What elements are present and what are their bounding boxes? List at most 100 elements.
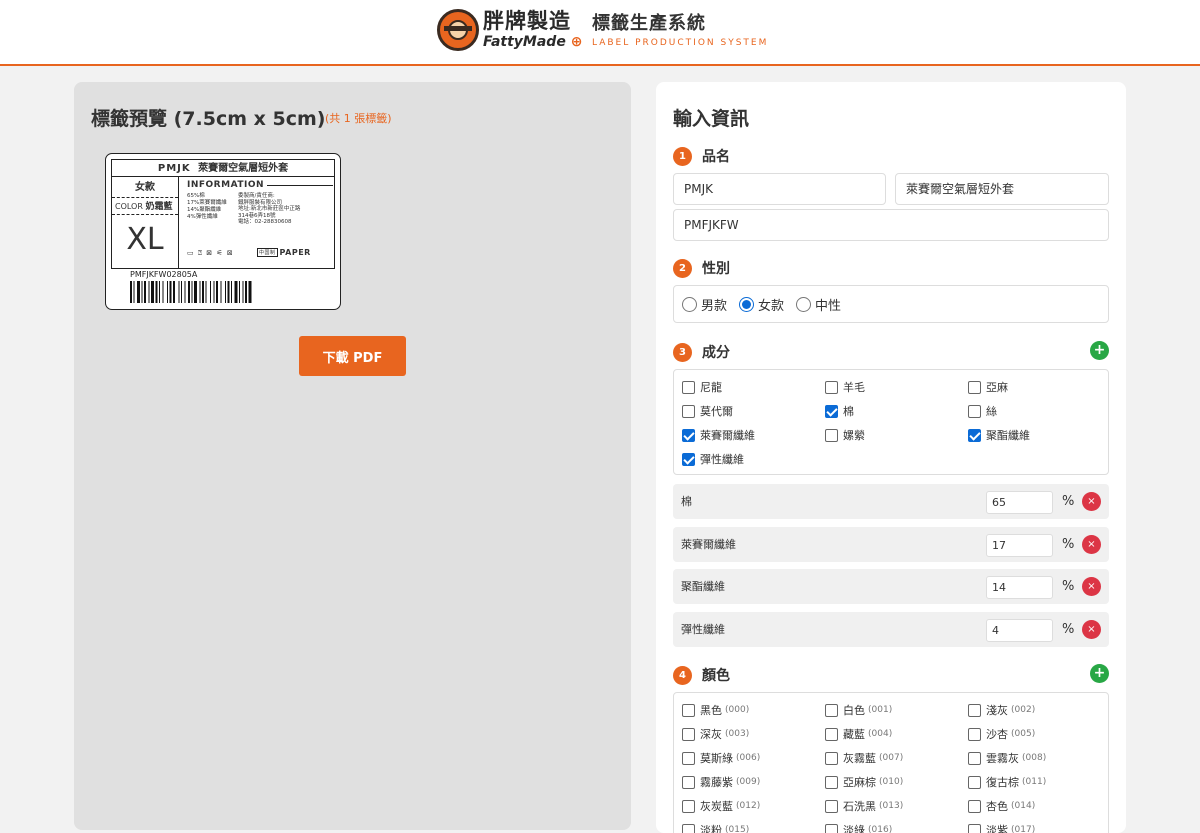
color-checkbox-item[interactable]: 黑色 (000) xyxy=(682,702,749,718)
material-checkbox-item[interactable]: 絲 xyxy=(968,403,997,419)
add-material-button[interactable]: + xyxy=(1090,341,1109,360)
color-checkbox-item[interactable]: 淡粉 (015) xyxy=(682,822,749,833)
color-checkbox-item[interactable]: 灰霧藍 (007) xyxy=(825,750,903,766)
color-checkbox-item[interactable]: 沙杏 (005) xyxy=(968,726,1035,742)
checkbox[interactable] xyxy=(825,775,838,789)
checkbox[interactable] xyxy=(825,751,838,765)
composition-percent-input[interactable]: 65 xyxy=(986,491,1053,514)
material-checkbox-item[interactable]: 彈性纖維 xyxy=(682,451,744,467)
percent-sign: % xyxy=(1062,494,1075,509)
color-checkbox-item[interactable]: 白色 (001) xyxy=(825,702,892,718)
composition-material-name: 萊賽爾纖維 xyxy=(681,537,736,551)
remove-composition-button[interactable]: × xyxy=(1082,492,1101,511)
material-checkbox-list: 尼龍 羊毛 亞麻莫代爾 棉 絲萊賽爾纖維 嫘縈 聚酯纖維彈性纖維 xyxy=(673,369,1109,475)
checkbox[interactable] xyxy=(682,404,695,418)
checkbox[interactable] xyxy=(968,799,981,813)
remove-composition-button[interactable]: × xyxy=(1082,577,1101,597)
checkbox[interactable] xyxy=(682,380,695,394)
color-checkbox-item[interactable]: 雲霧灰 (008) xyxy=(968,750,1046,766)
color-code: (013) xyxy=(879,801,904,811)
checkbox[interactable] xyxy=(682,727,695,741)
color-checkbox-item[interactable]: 深灰 (003) xyxy=(682,726,749,742)
product-sku-input[interactable]: PMFJKFW xyxy=(673,209,1109,241)
checkbox[interactable] xyxy=(682,823,695,833)
checkbox[interactable] xyxy=(968,727,981,741)
brand-logo[interactable]: 胖牌製造 FattyMade ⊕ xyxy=(437,9,582,51)
color-checkbox-item[interactable]: 莫斯綠 (006) xyxy=(682,750,760,766)
checkbox[interactable] xyxy=(968,404,981,418)
checkbox[interactable] xyxy=(825,380,838,394)
remove-composition-button[interactable]: × xyxy=(1082,534,1101,554)
checkbox[interactable] xyxy=(968,703,981,717)
material-checkbox-item[interactable]: 聚酯纖維 xyxy=(968,427,1030,443)
color-code: (016) xyxy=(868,825,893,833)
color-code: (001) xyxy=(868,705,893,715)
checkbox[interactable] xyxy=(825,727,838,741)
color-code: (012) xyxy=(736,801,761,811)
checkbox[interactable] xyxy=(682,428,695,442)
material-checkbox-item[interactable]: 尼龍 xyxy=(682,379,722,395)
checkbox[interactable] xyxy=(825,799,838,813)
composition-percent-input[interactable]: 14 xyxy=(986,576,1053,600)
composition-percent-input[interactable]: 4 xyxy=(986,619,1053,643)
checkbox[interactable] xyxy=(968,751,981,765)
remove-composition-button[interactable]: × xyxy=(1082,620,1101,640)
color-checkbox-item[interactable]: 淡紫 (017) xyxy=(968,822,1035,833)
checkbox[interactable] xyxy=(968,775,981,789)
composition-row: 彈性纖維 4% × xyxy=(673,612,1109,648)
product-name-input[interactable]: 萊賽爾空氣層短外套 xyxy=(895,173,1109,205)
checkbox[interactable] xyxy=(825,428,838,442)
material-checkbox-item[interactable]: 嫘縈 xyxy=(825,427,865,443)
material-checkbox-item[interactable]: 萊賽爾纖維 xyxy=(682,427,755,443)
color-checkbox-item[interactable]: 淡綠 (016) xyxy=(825,822,892,833)
color-code: (007) xyxy=(879,753,904,763)
gender-option[interactable]: 女款 xyxy=(739,295,784,314)
color-checkbox-item[interactable]: 淺灰 (002) xyxy=(968,702,1035,718)
download-pdf-button[interactable]: 下載 PDF xyxy=(299,336,406,376)
composition-percent-input[interactable]: 17 xyxy=(986,533,1053,557)
radio-button[interactable] xyxy=(796,297,812,312)
color-code: (010) xyxy=(879,777,904,787)
checkbox[interactable] xyxy=(682,452,695,466)
composition-row: 萊賽爾纖維 17% × xyxy=(673,526,1109,562)
add-color-button[interactable]: + xyxy=(1090,664,1109,683)
color-checkbox-item[interactable]: 灰炭藍 (012) xyxy=(682,798,760,814)
checkbox[interactable] xyxy=(825,823,838,833)
gender-option[interactable]: 中性 xyxy=(796,295,841,314)
label-gender: 女款 xyxy=(112,177,178,198)
color-checkbox-item[interactable]: 霧藤紫 (009) xyxy=(682,774,760,790)
label-color: COLOR 奶霜藍 xyxy=(112,198,178,215)
checkbox[interactable] xyxy=(968,823,981,833)
checkbox[interactable] xyxy=(682,799,695,813)
paper-brand-mark: 中国制 PAPER xyxy=(257,248,311,257)
section-color: 4 顏色 xyxy=(673,665,730,685)
composition-row: 聚酯纖維 14% × xyxy=(673,569,1109,605)
color-checkbox-item[interactable]: 復古棕 (011) xyxy=(968,774,1046,790)
product-code-input[interactable]: PMJK xyxy=(673,173,886,205)
radio-button[interactable] xyxy=(682,297,697,312)
checkbox[interactable] xyxy=(682,751,695,765)
checkbox[interactable] xyxy=(968,380,981,394)
color-label: 藏藍 xyxy=(843,728,865,741)
radio-button[interactable] xyxy=(739,297,755,312)
checkbox[interactable] xyxy=(968,428,981,442)
app-header: 胖牌製造 FattyMade ⊕ 標籤生產系統 LABEL PRODUCTION… xyxy=(0,0,1200,66)
color-label: 雲霧灰 xyxy=(986,752,1019,765)
material-checkbox-item[interactable]: 羊毛 xyxy=(825,379,865,395)
color-label: 亞麻棕 xyxy=(843,776,876,789)
color-checkbox-item[interactable]: 杏色 (014) xyxy=(968,798,1035,814)
checkbox[interactable] xyxy=(682,775,695,789)
color-checkbox-item[interactable]: 藏藍 (004) xyxy=(825,726,892,742)
color-checkbox-item[interactable]: 亞麻棕 (010) xyxy=(825,774,903,790)
gender-option[interactable]: 男款 xyxy=(682,295,727,314)
color-label: 深灰 xyxy=(700,728,722,741)
checkbox[interactable] xyxy=(825,703,838,717)
material-checkbox-item[interactable]: 亞麻 xyxy=(968,379,1008,395)
checkbox[interactable] xyxy=(825,404,838,418)
checkbox[interactable] xyxy=(682,703,695,717)
color-code: (008) xyxy=(1022,753,1047,763)
label-product-name: 萊賽爾空氣層短外套 xyxy=(198,163,289,174)
material-checkbox-item[interactable]: 棉 xyxy=(825,403,854,419)
color-checkbox-item[interactable]: 石洗黑 (013) xyxy=(825,798,903,814)
material-checkbox-item[interactable]: 莫代爾 xyxy=(682,403,733,419)
